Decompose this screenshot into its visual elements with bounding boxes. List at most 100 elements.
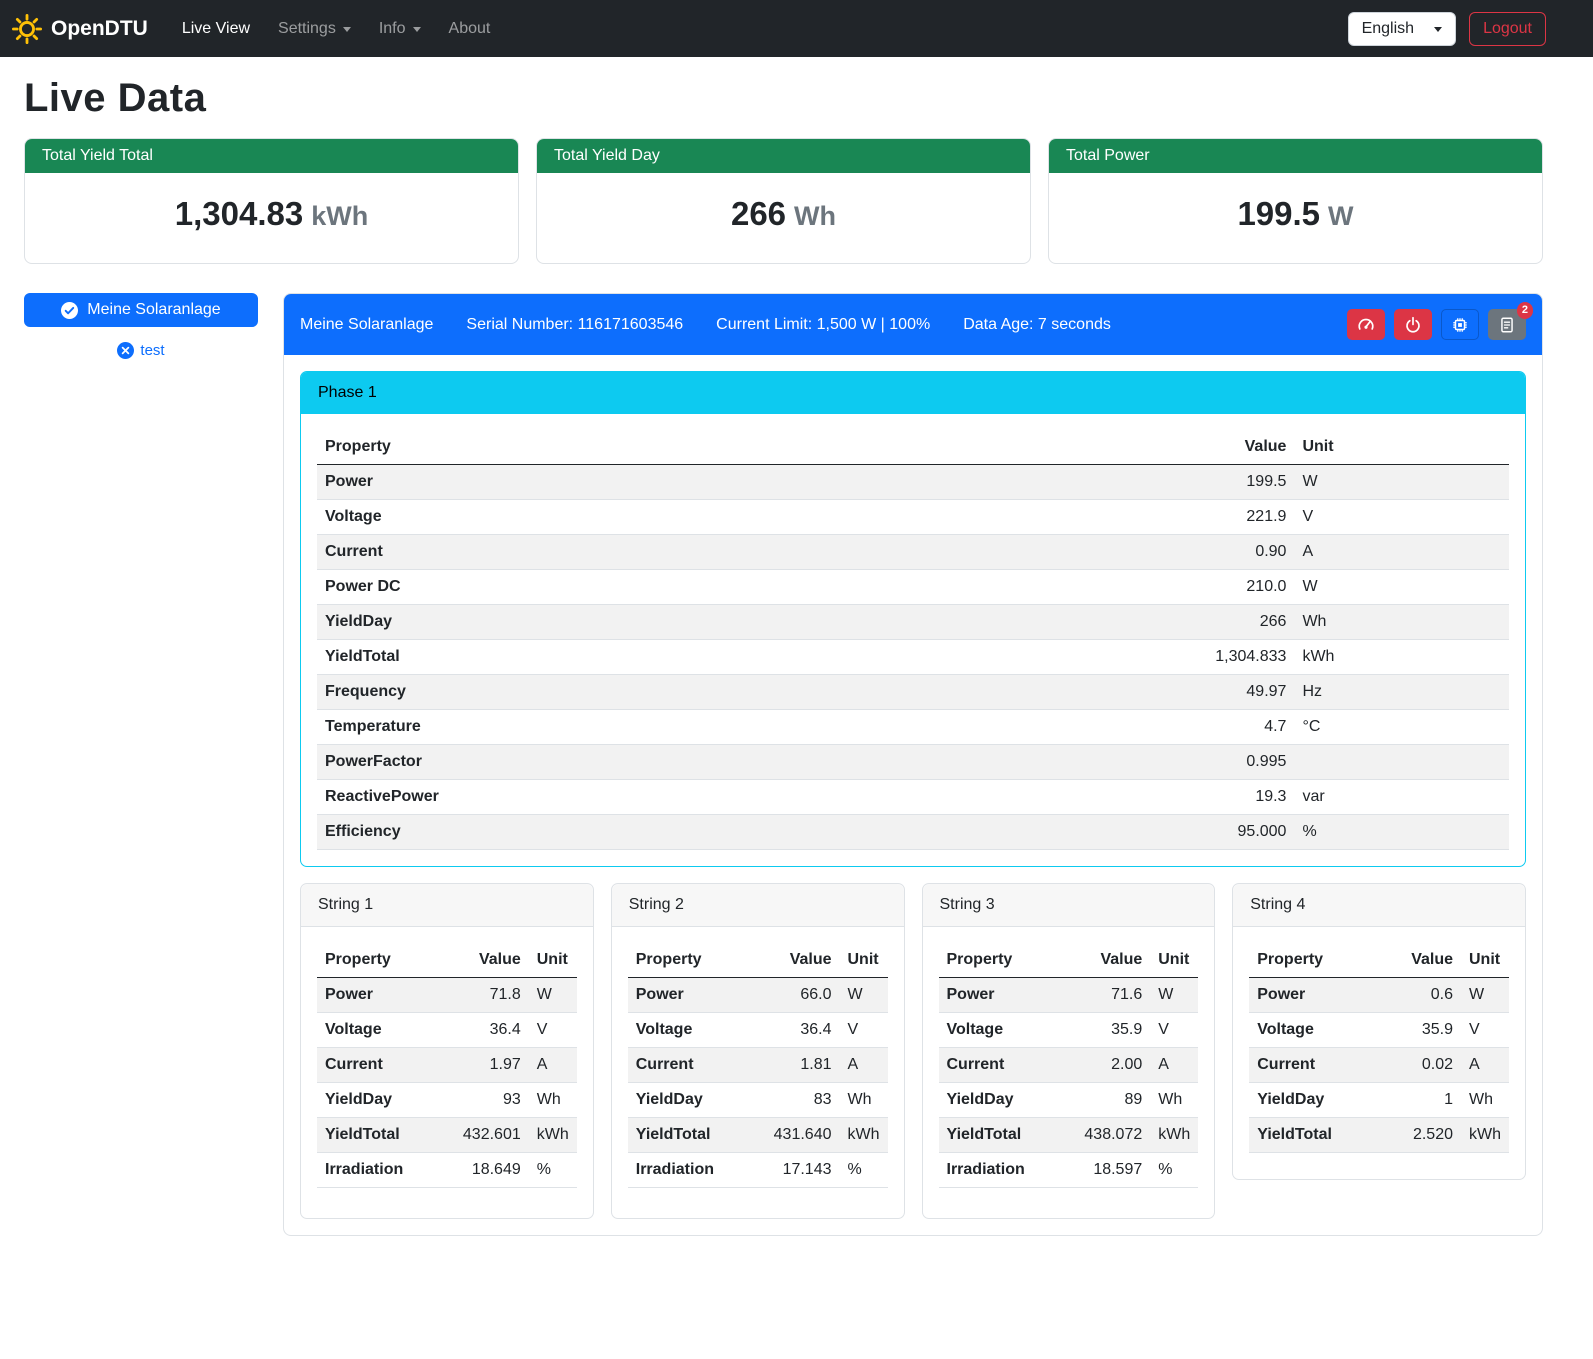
inverter-current-limit: Current Limit: 1,500 W | 100% (716, 316, 930, 334)
property-cell: Power (1249, 978, 1378, 1013)
nav-about[interactable]: About (435, 12, 505, 46)
brand-link[interactable]: OpenDTU (12, 14, 148, 44)
card-title: Total Power (1049, 139, 1542, 173)
unit-cell: A (1294, 535, 1509, 570)
value-cell: 1.81 (746, 1048, 839, 1083)
inverter-serial: Serial Number: 116171603546 (466, 316, 683, 334)
table-header-row: Property Value Unit (317, 430, 1509, 465)
unit-cell: Wh (529, 1083, 577, 1118)
table-row: Power DC210.0W (317, 570, 1509, 605)
property-cell: Power DC (317, 570, 902, 605)
unit-cell: kWh (1461, 1118, 1509, 1153)
table-row: Voltage35.9V (1249, 1013, 1509, 1048)
string-title: String 1 (301, 884, 593, 927)
navbar: OpenDTU Live View Settings Info About En… (0, 0, 1593, 57)
string-2-card: String 2 Property Value Unit (611, 883, 905, 1219)
value-cell: 35.9 (1057, 1013, 1150, 1048)
property-cell: Voltage (317, 500, 902, 535)
value-cell: 1,304.833 (902, 640, 1295, 675)
property-cell: Voltage (628, 1013, 747, 1048)
total-yield-day-card: Total Yield Day 266Wh (536, 138, 1031, 264)
table-header-row: Property Value Unit (939, 943, 1199, 978)
table-row: Voltage35.9V (939, 1013, 1199, 1048)
unit-cell: var (1294, 780, 1509, 815)
table-row: Irradiation18.649% (317, 1153, 577, 1188)
unit-cell: kWh (840, 1118, 888, 1153)
unit-cell: W (840, 978, 888, 1013)
property-cell: ReactivePower (317, 780, 902, 815)
property-cell: Efficiency (317, 815, 902, 850)
table-row: YieldDay1Wh (1249, 1083, 1509, 1118)
table-row: YieldTotal2.520kWh (1249, 1118, 1509, 1153)
unit-cell: A (1150, 1048, 1198, 1083)
value-cell: 199.5 (902, 465, 1295, 500)
power-icon (1404, 316, 1422, 334)
unit-cell: V (840, 1013, 888, 1048)
property-cell: Power (939, 978, 1058, 1013)
card-title: Total Yield Day (537, 139, 1030, 173)
value-cell: 95.000 (902, 815, 1295, 850)
event-log-button[interactable]: 2 (1488, 309, 1526, 340)
property-cell: Irradiation (628, 1153, 747, 1188)
property-cell: Temperature (317, 710, 902, 745)
limit-settings-button[interactable] (1347, 309, 1385, 340)
string-4-table: Property Value Unit Power0.6WVoltage35.9… (1249, 943, 1509, 1153)
power-toggle-button[interactable] (1394, 309, 1432, 340)
table-row: YieldTotal438.072kWh (939, 1118, 1199, 1153)
unit-cell: % (529, 1153, 577, 1188)
unit-cell: V (1150, 1013, 1198, 1048)
value-cell: 432.601 (436, 1118, 529, 1153)
inverter-name: Meine Solaranlage (300, 316, 433, 334)
property-cell: YieldTotal (628, 1118, 747, 1153)
string-2-table: Property Value Unit Power66.0WVoltage36.… (628, 943, 888, 1188)
table-row: YieldDay266Wh (317, 605, 1509, 640)
string-title: String 2 (612, 884, 904, 927)
property-cell: Voltage (1249, 1013, 1378, 1048)
table-header-row: Property Value Unit (628, 943, 888, 978)
card-value: 199.5 (1237, 195, 1320, 232)
property-cell: Irradiation (939, 1153, 1058, 1188)
property-cell: YieldDay (939, 1083, 1058, 1118)
device-info-button[interactable] (1441, 309, 1479, 340)
sidebar-inverter-meine-solaranlage[interactable]: Meine Solaranlage (24, 293, 258, 327)
table-row: ReactivePower19.3var (317, 780, 1509, 815)
inverter-panel-header: Meine Solaranlage Serial Number: 1161716… (284, 294, 1542, 355)
table-row: Power66.0W (628, 978, 888, 1013)
strings-row: String 1 Property Value Unit (300, 883, 1526, 1219)
value-cell: 1 (1379, 1083, 1461, 1118)
nav-info[interactable]: Info (365, 12, 435, 46)
unit-cell: A (1461, 1048, 1509, 1083)
unit-cell: V (1461, 1013, 1509, 1048)
property-cell: YieldTotal (317, 1118, 436, 1153)
property-cell: YieldDay (317, 1083, 436, 1118)
property-cell: Voltage (939, 1013, 1058, 1048)
property-cell: YieldDay (317, 605, 902, 640)
nav-live-view[interactable]: Live View (168, 12, 264, 46)
value-cell: 17.143 (746, 1153, 839, 1188)
unit-cell: % (1294, 815, 1509, 850)
table-row: YieldTotal432.601kWh (317, 1118, 577, 1153)
nav-settings[interactable]: Settings (264, 12, 365, 46)
value-cell: 83 (746, 1083, 839, 1118)
property-cell: Voltage (317, 1013, 436, 1048)
unit-cell: Hz (1294, 675, 1509, 710)
logout-button[interactable]: Logout (1469, 12, 1546, 46)
language-select[interactable]: English (1348, 12, 1456, 46)
property-cell: Power (317, 978, 436, 1013)
table-row: YieldDay93Wh (317, 1083, 577, 1118)
table-row: YieldTotal1,304.833kWh (317, 640, 1509, 675)
phase-1-card: Phase 1 Property Value Unit Power199.5WV… (300, 371, 1526, 867)
phase-table: Property Value Unit Power199.5WVoltage22… (317, 430, 1509, 850)
unit-cell: W (1150, 978, 1198, 1013)
language-selected-label: English (1362, 20, 1414, 38)
table-row: YieldDay83Wh (628, 1083, 888, 1118)
value-cell: 266 (902, 605, 1295, 640)
unit-cell: A (529, 1048, 577, 1083)
table-row: Current0.90A (317, 535, 1509, 570)
event-count-badge: 2 (1517, 302, 1533, 319)
table-row: Irradiation17.143% (628, 1153, 888, 1188)
sidebar-inverter-test[interactable]: test (24, 342, 258, 359)
table-row: Temperature4.7°C (317, 710, 1509, 745)
table-row: Irradiation18.597% (939, 1153, 1199, 1188)
property-cell: Current (317, 535, 902, 570)
